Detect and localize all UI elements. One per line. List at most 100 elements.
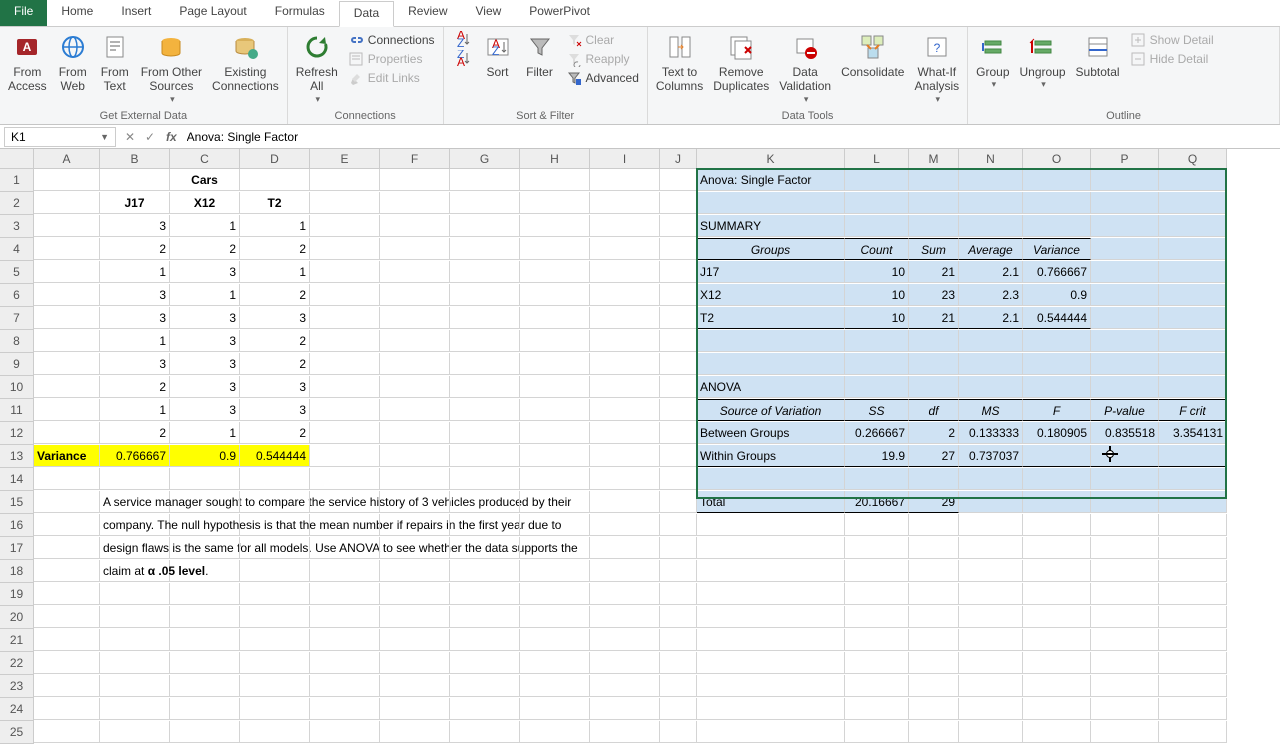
cell-D18[interactable]	[240, 560, 310, 582]
cell-B15[interactable]: A service manager sought to compare the …	[100, 491, 170, 513]
sort-button[interactable]: AZSort	[478, 29, 518, 81]
cell-N20[interactable]	[959, 606, 1023, 628]
cell-O10[interactable]	[1023, 376, 1091, 398]
cell-D24[interactable]	[240, 698, 310, 720]
cell-L4[interactable]: Count	[845, 238, 909, 260]
cell-F3[interactable]	[380, 215, 450, 237]
cell-C14[interactable]	[170, 468, 240, 490]
cell-F18[interactable]	[380, 560, 450, 582]
cell-E11[interactable]	[310, 399, 380, 421]
cell-P9[interactable]	[1091, 353, 1159, 375]
cell-F14[interactable]	[380, 468, 450, 490]
cell-E25[interactable]	[310, 721, 380, 743]
cell-P21[interactable]	[1091, 629, 1159, 651]
row-header[interactable]: 12	[0, 422, 34, 445]
cell-H8[interactable]	[520, 330, 590, 352]
hide-detail-button[interactable]: Hide Detail	[1126, 50, 1218, 68]
cell-H16[interactable]	[520, 514, 590, 536]
row-header[interactable]: 23	[0, 675, 34, 698]
cell-Q6[interactable]	[1159, 284, 1227, 306]
cell-Q15[interactable]	[1159, 491, 1227, 513]
tab-home[interactable]: Home	[47, 0, 107, 26]
cell-L3[interactable]	[845, 215, 909, 237]
row-header[interactable]: 9	[0, 353, 34, 376]
cell-G7[interactable]	[450, 307, 520, 329]
cell-P15[interactable]	[1091, 491, 1159, 513]
cell-J21[interactable]	[660, 629, 697, 651]
cell-O7[interactable]: 0.544444	[1023, 307, 1091, 329]
cell-O6[interactable]: 0.9	[1023, 284, 1091, 306]
cell-B17[interactable]: design flaws is the same for all models.…	[100, 537, 170, 559]
cell-A14[interactable]	[34, 468, 100, 490]
column-header[interactable]: G	[450, 149, 520, 169]
column-header[interactable]: P	[1091, 149, 1159, 169]
cell-K16[interactable]	[697, 514, 845, 536]
cell-J13[interactable]	[660, 445, 697, 467]
cell-O4[interactable]: Variance	[1023, 238, 1091, 260]
cell-M9[interactable]	[909, 353, 959, 375]
cell-M10[interactable]	[909, 376, 959, 398]
select-all-corner[interactable]	[0, 149, 34, 169]
cell-P18[interactable]	[1091, 560, 1159, 582]
cell-I25[interactable]	[590, 721, 660, 743]
cell-J23[interactable]	[660, 675, 697, 697]
cell-D15[interactable]	[240, 491, 310, 513]
cell-G12[interactable]	[450, 422, 520, 444]
cell-N7[interactable]: 2.1	[959, 307, 1023, 329]
cell-F16[interactable]	[380, 514, 450, 536]
cell-B8[interactable]: 1	[100, 330, 170, 352]
column-header[interactable]: D	[240, 149, 310, 169]
cell-D10[interactable]: 3	[240, 376, 310, 398]
cell-I21[interactable]	[590, 629, 660, 651]
cell-F17[interactable]	[380, 537, 450, 559]
cell-C1[interactable]: Cars	[170, 169, 240, 191]
cell-I2[interactable]	[590, 192, 660, 214]
cell-I3[interactable]	[590, 215, 660, 237]
cell-A3[interactable]	[34, 215, 100, 237]
cell-A1[interactable]	[34, 169, 100, 191]
cell-I10[interactable]	[590, 376, 660, 398]
cell-H10[interactable]	[520, 376, 590, 398]
cell-N3[interactable]	[959, 215, 1023, 237]
cell-J8[interactable]	[660, 330, 697, 352]
cell-C25[interactable]	[170, 721, 240, 743]
cell-C22[interactable]	[170, 652, 240, 674]
cell-P24[interactable]	[1091, 698, 1159, 720]
cell-A23[interactable]	[34, 675, 100, 697]
cell-Q8[interactable]	[1159, 330, 1227, 352]
cell-P22[interactable]	[1091, 652, 1159, 674]
cell-D17[interactable]	[240, 537, 310, 559]
cell-L14[interactable]	[845, 468, 909, 490]
cell-Q20[interactable]	[1159, 606, 1227, 628]
cell-I16[interactable]	[590, 514, 660, 536]
spreadsheet-grid[interactable]: ABCDEFGHIJKLMNOPQ 1CarsAnova: Single Fac…	[0, 149, 1280, 744]
cell-G11[interactable]	[450, 399, 520, 421]
cell-L8[interactable]	[845, 330, 909, 352]
cell-K24[interactable]	[697, 698, 845, 720]
cell-G9[interactable]	[450, 353, 520, 375]
cell-B10[interactable]: 2	[100, 376, 170, 398]
cell-G15[interactable]	[450, 491, 520, 513]
cell-O11[interactable]: F	[1023, 399, 1091, 421]
from-access-button[interactable]: AFrom Access	[4, 29, 51, 96]
cell-N11[interactable]: MS	[959, 399, 1023, 421]
cell-K22[interactable]	[697, 652, 845, 674]
cell-N12[interactable]: 0.133333	[959, 422, 1023, 444]
row-header[interactable]: 11	[0, 399, 34, 422]
cell-O19[interactable]	[1023, 583, 1091, 605]
cell-P5[interactable]	[1091, 261, 1159, 283]
column-header[interactable]: I	[590, 149, 660, 169]
cell-M4[interactable]: Sum	[909, 238, 959, 260]
cell-H22[interactable]	[520, 652, 590, 674]
cancel-formula-button[interactable]: ✕	[120, 130, 140, 144]
cell-I1[interactable]	[590, 169, 660, 191]
cell-C6[interactable]: 1	[170, 284, 240, 306]
cell-Q12[interactable]: 3.354131	[1159, 422, 1227, 444]
cell-E22[interactable]	[310, 652, 380, 674]
cell-M5[interactable]: 21	[909, 261, 959, 283]
cell-I19[interactable]	[590, 583, 660, 605]
cell-C11[interactable]: 3	[170, 399, 240, 421]
properties-button[interactable]: Properties	[344, 50, 439, 68]
cell-L5[interactable]: 10	[845, 261, 909, 283]
cell-C24[interactable]	[170, 698, 240, 720]
